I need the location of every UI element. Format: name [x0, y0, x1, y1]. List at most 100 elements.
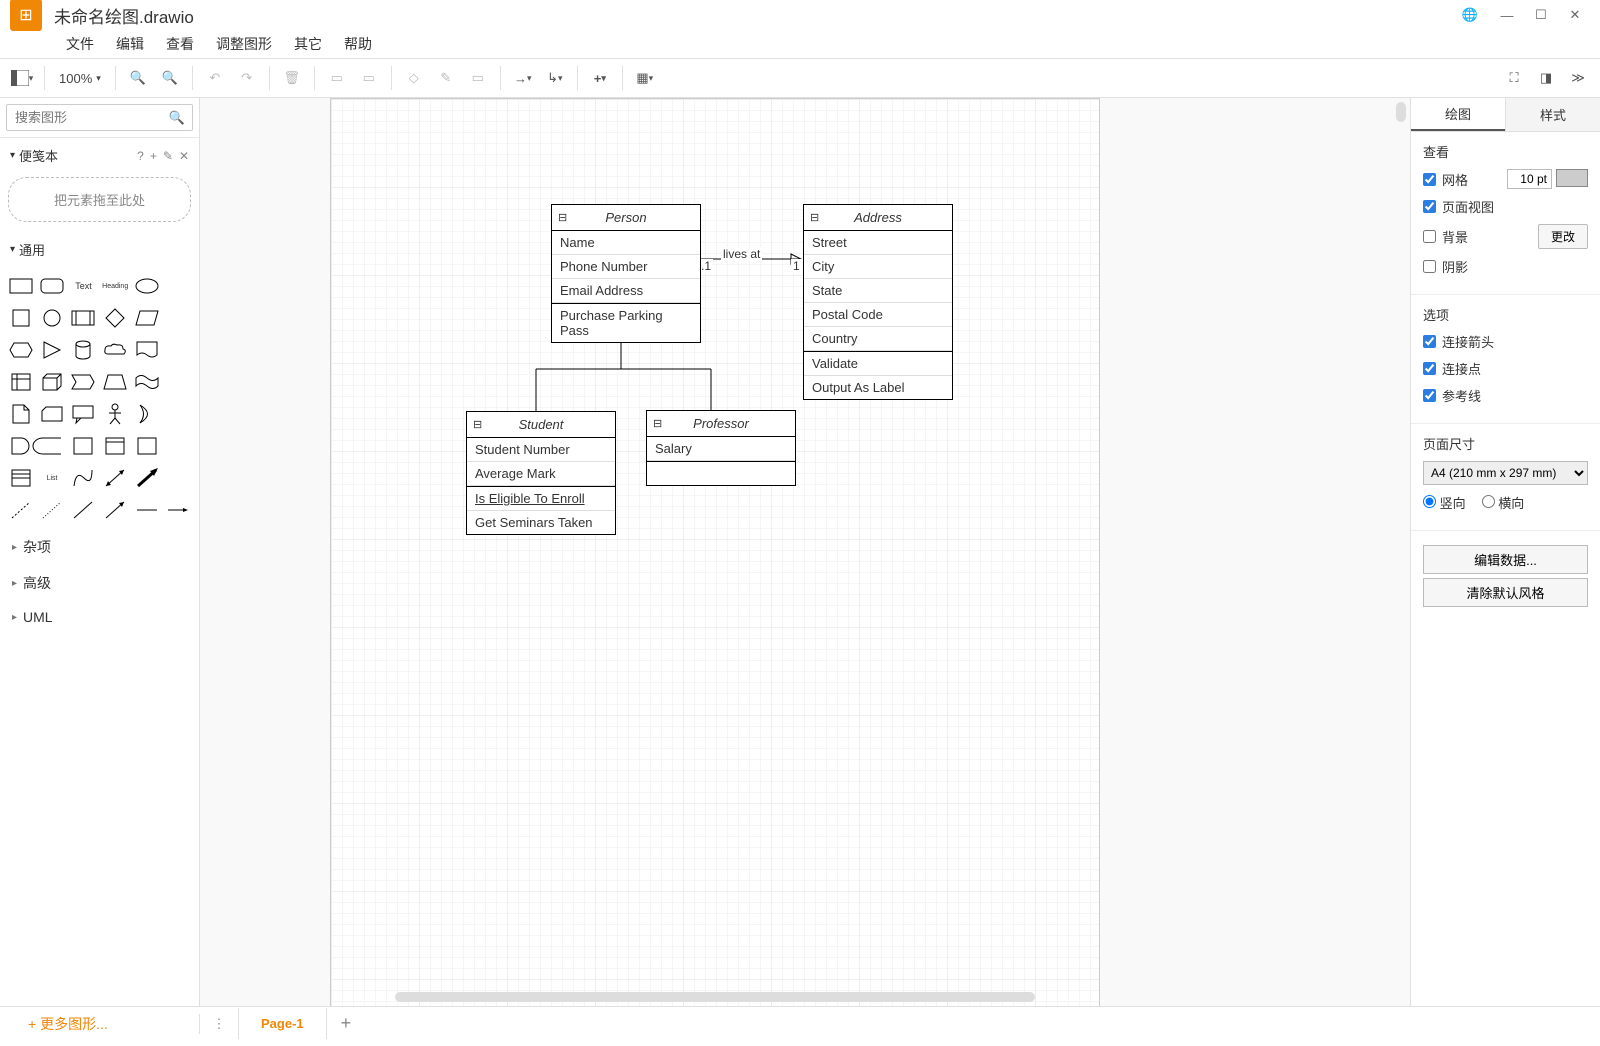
menu-adjust[interactable]: 调整图形	[206, 30, 282, 58]
shape-callout[interactable]	[71, 401, 96, 427]
menu-edit[interactable]: 编辑	[106, 30, 154, 58]
clear-style-button[interactable]: 清除默认风格	[1423, 578, 1588, 607]
change-bg-button[interactable]: 更改	[1538, 224, 1588, 249]
help-icon[interactable]: ?	[137, 149, 144, 163]
shape-textbox[interactable]: Heading	[102, 273, 128, 299]
guides-checkbox[interactable]	[1423, 389, 1436, 402]
shape-rect2[interactable]	[71, 433, 96, 459]
menu-file[interactable]: 文件	[56, 30, 104, 58]
line-color-icon[interactable]: ✎	[432, 64, 460, 92]
shape-internal[interactable]	[8, 369, 33, 395]
sidebar-toggle-icon[interactable]: ▾	[8, 64, 36, 92]
shape-rect[interactable]	[8, 273, 33, 299]
shape-list-label[interactable]: List	[39, 465, 64, 491]
shape-step[interactable]	[71, 369, 96, 395]
background-checkbox[interactable]	[1423, 230, 1436, 243]
menu-view[interactable]: 查看	[156, 30, 204, 58]
pages-menu-icon[interactable]: ⋮	[200, 1016, 238, 1032]
close-button[interactable]: ✕	[1560, 2, 1590, 28]
shape-blank6[interactable]	[166, 433, 191, 459]
shape-cube[interactable]	[39, 369, 64, 395]
shape-document[interactable]	[134, 337, 159, 363]
delete-icon[interactable]: 🗑	[278, 64, 306, 92]
shape-note[interactable]	[8, 401, 33, 427]
shape-blank[interactable]	[166, 273, 191, 299]
shape-tape[interactable]	[134, 369, 159, 395]
shape-bidir-arrow[interactable]	[102, 465, 128, 491]
portrait-radio[interactable]	[1423, 495, 1436, 508]
class-address[interactable]: ⊟Address Street City State Postal Code C…	[803, 204, 953, 400]
add-page-button[interactable]: +	[327, 1005, 366, 1042]
paper-size-select[interactable]: A4 (210 mm x 297 mm)	[1423, 461, 1588, 485]
tab-diagram[interactable]: 绘图	[1411, 98, 1505, 131]
shape-header-rect[interactable]	[102, 433, 128, 459]
vertical-scrollbar[interactable]	[1396, 102, 1406, 122]
grid-checkbox[interactable]	[1423, 173, 1436, 186]
shape-arrow[interactable]	[134, 465, 159, 491]
shape-thin-arrow[interactable]	[166, 497, 191, 523]
grid-color-swatch[interactable]	[1556, 169, 1588, 187]
shape-circle[interactable]	[39, 305, 64, 331]
minimize-button[interactable]: —	[1492, 2, 1522, 28]
to-front-icon[interactable]: ▭	[323, 64, 351, 92]
shape-card[interactable]	[39, 401, 64, 427]
shape-cylinder[interactable]	[71, 337, 96, 363]
horizontal-scrollbar[interactable]	[395, 992, 1035, 1002]
fill-icon[interactable]: ◇	[400, 64, 428, 92]
shape-line[interactable]	[71, 497, 96, 523]
more-shapes-button[interactable]: + 更多图形...	[14, 1002, 122, 1046]
shape-text[interactable]: Text	[71, 273, 96, 299]
maximize-button[interactable]: ☐	[1526, 2, 1556, 28]
class-person[interactable]: ⊟Person Name Phone Number Email Address …	[551, 204, 701, 343]
language-icon[interactable]: 🌐	[1462, 7, 1478, 23]
grid-size-input[interactable]	[1507, 169, 1552, 189]
search-input[interactable]	[6, 104, 193, 131]
shape-and[interactable]	[8, 433, 33, 459]
shape-diamond[interactable]	[102, 305, 128, 331]
search-icon[interactable]: 🔍	[169, 110, 185, 126]
format-panel-icon[interactable]: ◨	[1532, 64, 1560, 92]
page-tab-1[interactable]: Page-1	[238, 1008, 327, 1039]
shape-line-arrow[interactable]	[102, 497, 128, 523]
shape-rect3[interactable]	[134, 433, 159, 459]
shape-blank7[interactable]	[166, 465, 191, 491]
shape-dotted[interactable]	[39, 497, 64, 523]
conn-arrows-checkbox[interactable]	[1423, 335, 1436, 348]
scratchpad-dropzone[interactable]: 把元素拖至此处	[8, 177, 191, 222]
shape-blank4[interactable]	[166, 369, 191, 395]
canvas[interactable]: lives at 0..1 1 ⊟Person Name Phone Numbe…	[330, 98, 1100, 1006]
shadow-checkbox[interactable]	[1423, 260, 1436, 273]
shape-square[interactable]	[8, 305, 33, 331]
shape-triangle[interactable]	[39, 337, 64, 363]
shape-trapezoid[interactable]	[102, 369, 128, 395]
shape-hexagon[interactable]	[8, 337, 33, 363]
close-icon[interactable]: ✕	[179, 149, 189, 163]
undo-icon[interactable]: ↶	[201, 64, 229, 92]
shape-or[interactable]	[134, 401, 159, 427]
shape-process[interactable]	[71, 305, 96, 331]
to-back-icon[interactable]: ▭	[355, 64, 383, 92]
table-icon[interactable]: ▦▾	[631, 64, 659, 92]
tab-style[interactable]: 样式	[1505, 98, 1600, 131]
shape-actor[interactable]	[102, 401, 128, 427]
conn-points-checkbox[interactable]	[1423, 362, 1436, 375]
category-misc[interactable]: ▸杂项	[0, 529, 199, 565]
shape-rounded-rect[interactable]	[39, 273, 64, 299]
class-professor[interactable]: ⊟Professor Salary	[646, 410, 796, 486]
fullscreen-icon[interactable]: ⛶	[1500, 64, 1528, 92]
menu-help[interactable]: 帮助	[334, 30, 382, 58]
shape-cloud[interactable]	[102, 337, 128, 363]
pageview-checkbox[interactable]	[1423, 200, 1436, 213]
zoom-in-icon[interactable]: 🔍	[124, 64, 152, 92]
edge-mult-1[interactable]: 1	[791, 259, 802, 273]
shape-datastore[interactable]	[39, 433, 64, 459]
landscape-radio[interactable]	[1482, 495, 1495, 508]
shape-blank3[interactable]	[166, 337, 191, 363]
edit-data-button[interactable]: 编辑数据...	[1423, 545, 1588, 574]
zoom-out-icon[interactable]: 🔍	[156, 64, 184, 92]
shape-dashed[interactable]	[8, 497, 33, 523]
waypoint-icon[interactable]: ↳▾	[541, 64, 569, 92]
edit-icon[interactable]: ✎	[163, 149, 173, 163]
collapse-icon[interactable]: ≫	[1564, 64, 1592, 92]
shape-list[interactable]	[8, 465, 33, 491]
